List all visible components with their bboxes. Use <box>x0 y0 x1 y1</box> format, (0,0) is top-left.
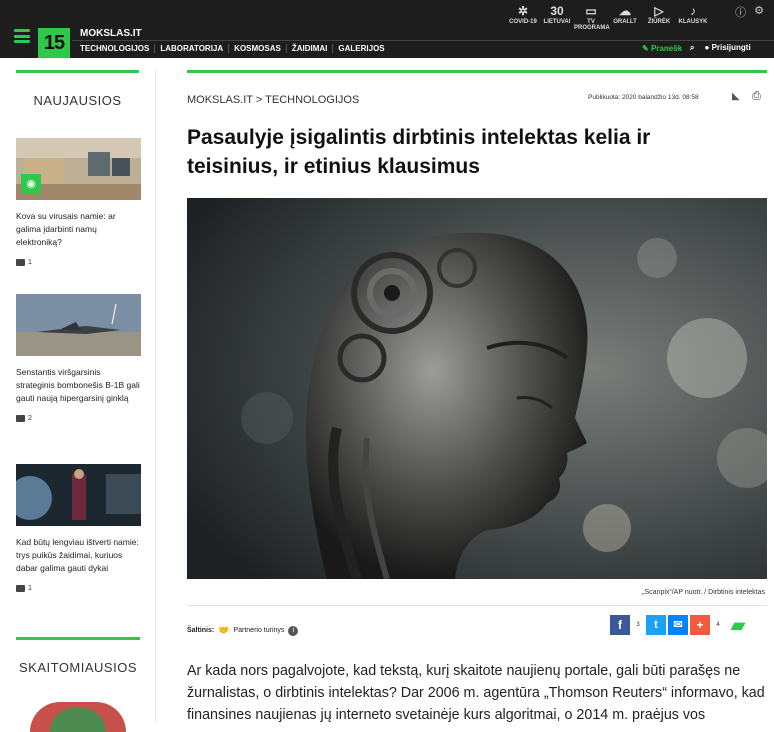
article-thumbnail[interactable] <box>16 294 141 356</box>
plus-share-button[interactable]: + <box>690 615 710 635</box>
article-title[interactable]: Kad būtų lengviau ištverti namie: trys p… <box>16 536 141 575</box>
info-icon[interactable]: ⓘ <box>735 4 746 20</box>
header-actions: ⌕ ● Prisijungti <box>690 43 751 53</box>
page-title: Pasaulyje įsigalintis dirbtinis intelekt… <box>187 126 651 178</box>
top-right-icons: ⓘ ⚙ <box>735 4 764 20</box>
comment-count[interactable]: 1 <box>16 259 141 266</box>
service-links: ✲ COVID-19 30 LIETUVAI ▭ TV PROGRAMA ☁ ORAI.… <box>506 3 710 31</box>
calendar-icon: 30 <box>550 4 564 18</box>
nav-divider <box>72 40 774 41</box>
article-lead: Ar kada nors pagalvojote, kad tekstą, ku… <box>187 663 765 723</box>
menu-icon[interactable] <box>14 29 30 43</box>
messenger-share-button[interactable]: ✉ <box>668 615 688 635</box>
sidebar-title: NAUJAUSIOS <box>16 70 139 108</box>
facebook-share-count: 3 <box>636 622 640 628</box>
nav-item-laboratorija[interactable]: LABORATORIJA <box>154 44 228 53</box>
caption-divider <box>187 605 767 606</box>
popular-thumbnail[interactable] <box>30 702 126 732</box>
microphone-icon: ♪ <box>690 4 696 18</box>
comment-button[interactable]: ▰ <box>726 615 750 635</box>
main-top-rule <box>187 70 767 73</box>
breadcrumb[interactable]: MOKSLAS.IT > TECHNOLOGIJOS <box>187 94 359 106</box>
comment-count[interactable]: 1 <box>16 585 141 592</box>
handshake-icon: 🤝 <box>218 625 230 635</box>
comment-icon <box>16 585 25 592</box>
list-item[interactable]: Senstantis viršgarsinis strateginis bomb… <box>16 294 141 422</box>
site-logo[interactable]: 15 <box>38 28 70 58</box>
user-icon: ● <box>704 43 710 52</box>
login-button[interactable]: ● Prisijungti <box>704 43 750 53</box>
tv-icon: ▭ <box>585 4 597 18</box>
tool-watch[interactable]: ▷ ŽIŪRĖK <box>642 3 676 31</box>
report-button[interactable]: ✎ Pranešk <box>642 44 682 53</box>
nav-item-kosmosas[interactable]: KOSMOSAS <box>228 44 286 53</box>
article-title[interactable]: Senstantis viršgarsinis strateginis bomb… <box>16 366 141 405</box>
tool-weather[interactable]: ☁ ORAI.LT <box>608 3 642 31</box>
share-bar: f 3 t ✉ + 4 ▰ <box>610 615 750 635</box>
hero-image[interactable] <box>187 198 767 579</box>
image-caption: „Scanpix“/AP nuotr. / Dirbtinis intelekt… <box>642 589 765 596</box>
sidebar: NAUJAUSIOS ◉ Kova su virusais namie: ar … <box>0 70 156 732</box>
camera-icon: ◉ <box>21 174 41 194</box>
comment-icon <box>16 259 25 266</box>
edit-icon: ✎ <box>642 44 649 53</box>
top-bar: 15 MOKSLAS.IT TECHNOLOGIJOS LABORATORIJA… <box>0 0 774 58</box>
nav-item-galerijos[interactable]: GALERIJOS <box>332 44 389 53</box>
list-item[interactable]: Kad būtų lengviau ištverti namie: trys p… <box>16 464 141 592</box>
nav-item-technologijos[interactable]: TECHNOLOGIJOS <box>80 44 154 53</box>
tool-covid[interactable]: ✲ COVID-19 <box>506 3 540 31</box>
article-title[interactable]: Kova su virusais namie: ar galima įdarbi… <box>16 210 141 249</box>
search-icon[interactable]: ⌕ <box>690 43 694 53</box>
source-line: Šaltinis: 🤝 Partnerio turinys i <box>187 625 299 636</box>
section-nav: TECHNOLOGIJOS LABORATORIJA KOSMOSAS ŽAID… <box>80 44 390 53</box>
sidebar-title-popular: SKAITOMIAUSIOS <box>16 637 140 675</box>
list-item[interactable]: ◉ Kova su virusais namie: ar galima įdar… <box>16 138 141 266</box>
twitter-share-button[interactable]: t <box>646 615 666 635</box>
facebook-share-button[interactable]: f <box>610 615 630 635</box>
info-icon[interactable]: i <box>288 625 299 636</box>
covid-icon: ✲ <box>517 4 529 18</box>
nav-item-zaidimai[interactable]: ŽAIDIMAI <box>285 44 333 53</box>
comment-icon <box>16 415 25 422</box>
site-name[interactable]: MOKSLAS.IT <box>80 28 142 39</box>
comment-count[interactable]: 2 <box>16 415 141 422</box>
weather-icon: ☁ <box>619 4 631 18</box>
rss-icon[interactable]: ◣ <box>732 91 740 102</box>
tool-lietuvai[interactable]: 30 LIETUVAI <box>540 3 574 31</box>
article-thumbnail[interactable]: ◉ <box>16 138 141 200</box>
tool-listen[interactable]: ♪ KLAUSYK <box>676 3 710 31</box>
plus-share-count: 4 <box>716 622 720 628</box>
print-icon[interactable]: ⎙ <box>752 90 761 103</box>
article-thumbnail[interactable] <box>16 464 141 526</box>
tool-tv[interactable]: ▭ TV PROGRAMA <box>574 3 610 31</box>
play-icon: ▷ <box>654 4 664 18</box>
settings-icon[interactable]: ⚙ <box>754 4 764 20</box>
published-date: Publikuota: 2020 balandžio 13d. 08:58 <box>588 94 699 101</box>
